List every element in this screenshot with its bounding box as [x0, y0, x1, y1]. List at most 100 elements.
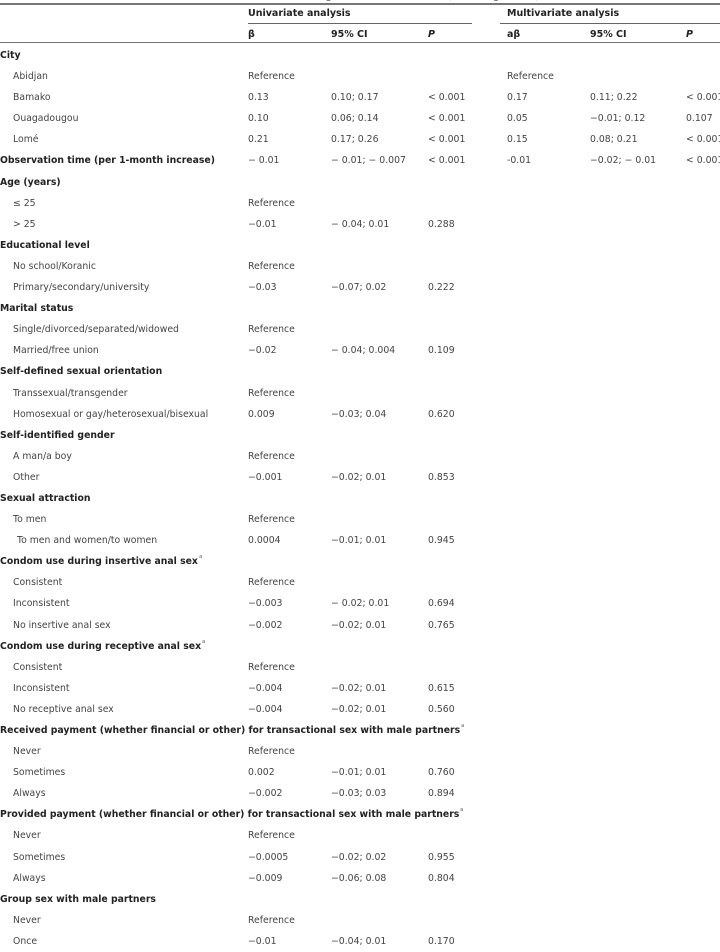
- table-row: Always −0.002 −0.03; 0.03 0.894: [0, 783, 720, 804]
- ci-cell: − 0.02; 0.01: [331, 598, 390, 610]
- p-value-cell: 0.560: [428, 703, 455, 715]
- section-label: Group sex with male partners: [0, 893, 156, 905]
- section-header-row: Condom use during receptive anal sex a: [0, 636, 720, 657]
- table-row: Inconsistent −0.004 −0.02; 0.01 0.615: [0, 678, 720, 699]
- p-value-cell: 0.894: [428, 788, 455, 800]
- table-row: A man/a boy Reference: [0, 446, 720, 467]
- beta-cell: −0.009: [248, 872, 283, 884]
- row-label: Inconsistent: [13, 598, 70, 610]
- row-label: Sometimes: [13, 767, 66, 779]
- row-label: Never: [13, 746, 41, 758]
- beta-cell: Reference: [248, 260, 295, 272]
- section-header-row: Sexual attraction: [0, 488, 720, 509]
- p-value-cell: 0.170: [428, 935, 455, 947]
- beta-cell: Reference: [248, 387, 295, 399]
- beta-cell: −0.004: [248, 703, 283, 715]
- table-row: Consistent Reference: [0, 572, 720, 593]
- beta-cell: Reference: [248, 71, 295, 83]
- beta-cell: − 0.01: [248, 155, 280, 167]
- beta-cell: Reference: [248, 830, 295, 842]
- ci-cell: −0.07; 0.02: [331, 282, 387, 294]
- section-label: Self-defined sexual orientation: [0, 366, 163, 378]
- p-value-cell: 0.620: [428, 408, 455, 420]
- table-row: Never Reference: [0, 825, 720, 846]
- adjusted-ci-cell: −0.02; − 0.01: [590, 155, 657, 167]
- row-label: Never: [13, 830, 41, 842]
- table-row: No receptive anal sex −0.004 −0.02; 0.01 0.…: [0, 699, 720, 720]
- ci-cell: −0.02; 0.01: [331, 471, 387, 483]
- beta-cell: 0.13: [248, 92, 269, 104]
- row-label: No insertive anal sex: [13, 619, 111, 631]
- p-value-cell: 0.955: [428, 851, 455, 863]
- adjusted-beta-cell: 0.05: [507, 113, 528, 125]
- beta-cell: Reference: [248, 661, 295, 673]
- ci-cell: −0.02; 0.02: [331, 851, 387, 863]
- adjusted-ci-cell: 0.11; 0.22: [590, 92, 638, 104]
- row-label: Consistent: [13, 577, 63, 589]
- beta-cell: 0.21: [248, 134, 269, 146]
- section-header-row: Condom use during insertive anal sex a: [0, 551, 720, 572]
- adjusted-p-value-cell: 0.107: [686, 113, 713, 125]
- table-row: Observation time (per 1-month increase) −…: [0, 150, 720, 171]
- table-row: Primary/secondary/university −0.03 −0.07; …: [0, 277, 720, 298]
- row-label: No receptive anal sex: [13, 703, 114, 715]
- table-top-rule: [0, 3, 720, 5]
- section-label: City: [0, 50, 21, 61]
- row-label: Abidjan: [13, 71, 48, 83]
- ci-cell: 0.10; 0.17: [331, 92, 379, 104]
- row-label: A man/a boy: [13, 450, 72, 462]
- section-header-row: Educational level: [0, 235, 720, 256]
- table-row: Consistent Reference: [0, 657, 720, 678]
- ci-cell: − 0.01; − 0.007: [331, 155, 406, 167]
- adjusted-beta-column-header: aβ: [507, 29, 521, 40]
- row-label: Inconsistent: [13, 682, 70, 694]
- univariate-underline: [248, 23, 472, 24]
- footnote-marker: a: [202, 638, 206, 645]
- ci-cell: −0.02; 0.01: [331, 703, 387, 715]
- beta-cell: −0.004: [248, 682, 283, 694]
- section-header-row: Group sex with male partners: [0, 889, 720, 910]
- section-label: Condom use during receptive anal sex: [0, 640, 202, 652]
- row-label: Always: [13, 788, 46, 800]
- p-value-cell: 0.853: [428, 471, 455, 483]
- section-label: Provided payment (whether financial or o…: [0, 809, 460, 821]
- ci-cell: −0.03; 0.04: [331, 408, 387, 420]
- ci-cell: 0.06; 0.14: [331, 113, 379, 125]
- row-label: Lomé: [13, 134, 39, 146]
- row-label: Once: [13, 935, 38, 947]
- p-value-cell: 0.765: [428, 619, 455, 631]
- p-value-cell: < 0.001: [428, 92, 466, 104]
- table-row: Never Reference: [0, 741, 720, 762]
- table-row: To men and women/to women 0.0004 −0.01; 0.…: [0, 530, 720, 551]
- section-header-row: Self-defined sexual orientation: [0, 361, 720, 382]
- table-body: City Abidjan Reference Reference Bamako 0.13 0…: [0, 45, 720, 952]
- beta-cell: Reference: [248, 324, 295, 336]
- row-label: Bamako: [13, 92, 51, 104]
- ci-cell: −0.06; 0.08: [331, 872, 387, 884]
- p-value-cell: 0.694: [428, 598, 455, 610]
- beta-cell: −0.001: [248, 471, 283, 483]
- adjusted-beta-cell: 0.15: [507, 134, 528, 146]
- multivariate-header: Multivariate analysis: [507, 8, 620, 19]
- ci-cell: −0.04; 0.01: [331, 935, 387, 947]
- adjusted-p-value-cell: < 0.001: [686, 92, 720, 104]
- p-value-cell: 0.760: [428, 767, 455, 779]
- adjusted-p-value-cell: < 0.001: [686, 155, 720, 167]
- p-value-cell: < 0.001: [428, 134, 466, 146]
- beta-cell: 0.009: [248, 408, 275, 420]
- beta-column-header: β: [248, 29, 255, 40]
- footnote-marker: a: [460, 807, 464, 814]
- header-bottom-rule: [0, 42, 720, 43]
- row-label: > 25: [13, 218, 36, 230]
- beta-cell: 0.0004: [248, 535, 281, 547]
- beta-cell: Reference: [248, 197, 295, 209]
- beta-cell: Reference: [248, 914, 295, 926]
- beta-cell: −0.02: [248, 345, 277, 357]
- beta-cell: 0.10: [248, 113, 269, 125]
- row-label: Married/free union: [13, 345, 99, 357]
- table-row: To men Reference: [0, 509, 720, 530]
- row-label: To men and women/to women: [17, 535, 158, 547]
- row-label: Never: [13, 914, 41, 926]
- beta-cell: 0.002: [248, 767, 275, 779]
- univariate-header: Univariate analysis: [248, 8, 351, 19]
